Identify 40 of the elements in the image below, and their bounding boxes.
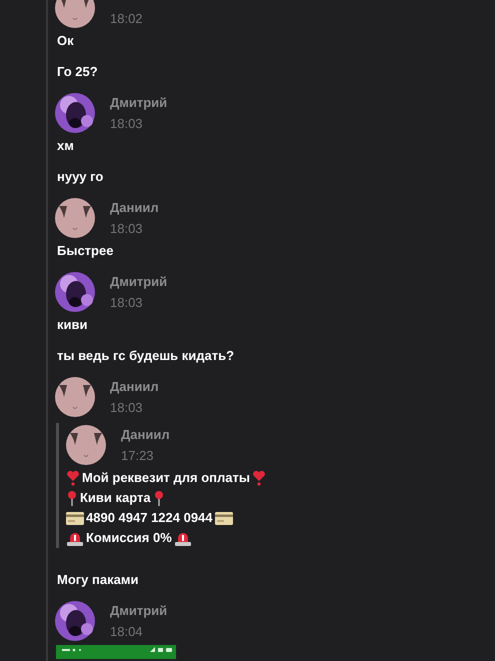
message-text: Быстрее — [57, 242, 114, 260]
message-text: ты ведь гс будешь кидать? — [57, 347, 236, 365]
avatar — [55, 0, 95, 28]
avatar — [55, 198, 95, 238]
message-text: Комиссия 0% — [86, 529, 172, 547]
avatar — [55, 601, 95, 641]
avatar — [66, 425, 106, 465]
sender-name: Дмитрий — [110, 94, 168, 112]
card-icon — [66, 512, 84, 524]
heart-icon — [252, 470, 266, 486]
message-time: 18:02 — [110, 10, 143, 28]
sender-name: Даниил — [110, 378, 159, 396]
message-text: киви — [57, 316, 88, 334]
message-time: 18:03 — [110, 399, 144, 417]
message-text: Могу паками — [57, 571, 140, 589]
sender-name: Даниил — [121, 426, 170, 444]
message-text: хм — [57, 137, 75, 155]
message-text: нууу го — [57, 168, 104, 186]
heart-icon — [66, 470, 80, 486]
pin-icon — [152, 490, 165, 506]
message-time: 17:23 — [121, 447, 155, 465]
avatar — [55, 377, 95, 417]
message-text: 4890 4947 1224 0944 — [86, 509, 213, 527]
siren-icon — [174, 530, 192, 546]
sender-name: Даниил — [110, 199, 159, 217]
message-text: Го 25? — [57, 63, 99, 81]
message-time: 18:03 — [110, 220, 144, 238]
message-text: Киви карта — [80, 489, 151, 507]
message-time: 18:04 — [110, 623, 144, 641]
sender-name: Дмитрий — [110, 602, 168, 620]
message-time: 18:03 — [110, 294, 144, 312]
pin-icon — [66, 490, 78, 506]
avatar — [55, 93, 95, 133]
message-text: Мой реквезит для оплаты — [82, 469, 250, 487]
siren-icon — [66, 530, 84, 546]
avatar — [55, 272, 95, 312]
card-icon — [214, 512, 233, 524]
message-text: Ок — [57, 32, 75, 50]
message-time: 18:03 — [110, 115, 144, 133]
sender-name: Дмитрий — [110, 273, 168, 291]
